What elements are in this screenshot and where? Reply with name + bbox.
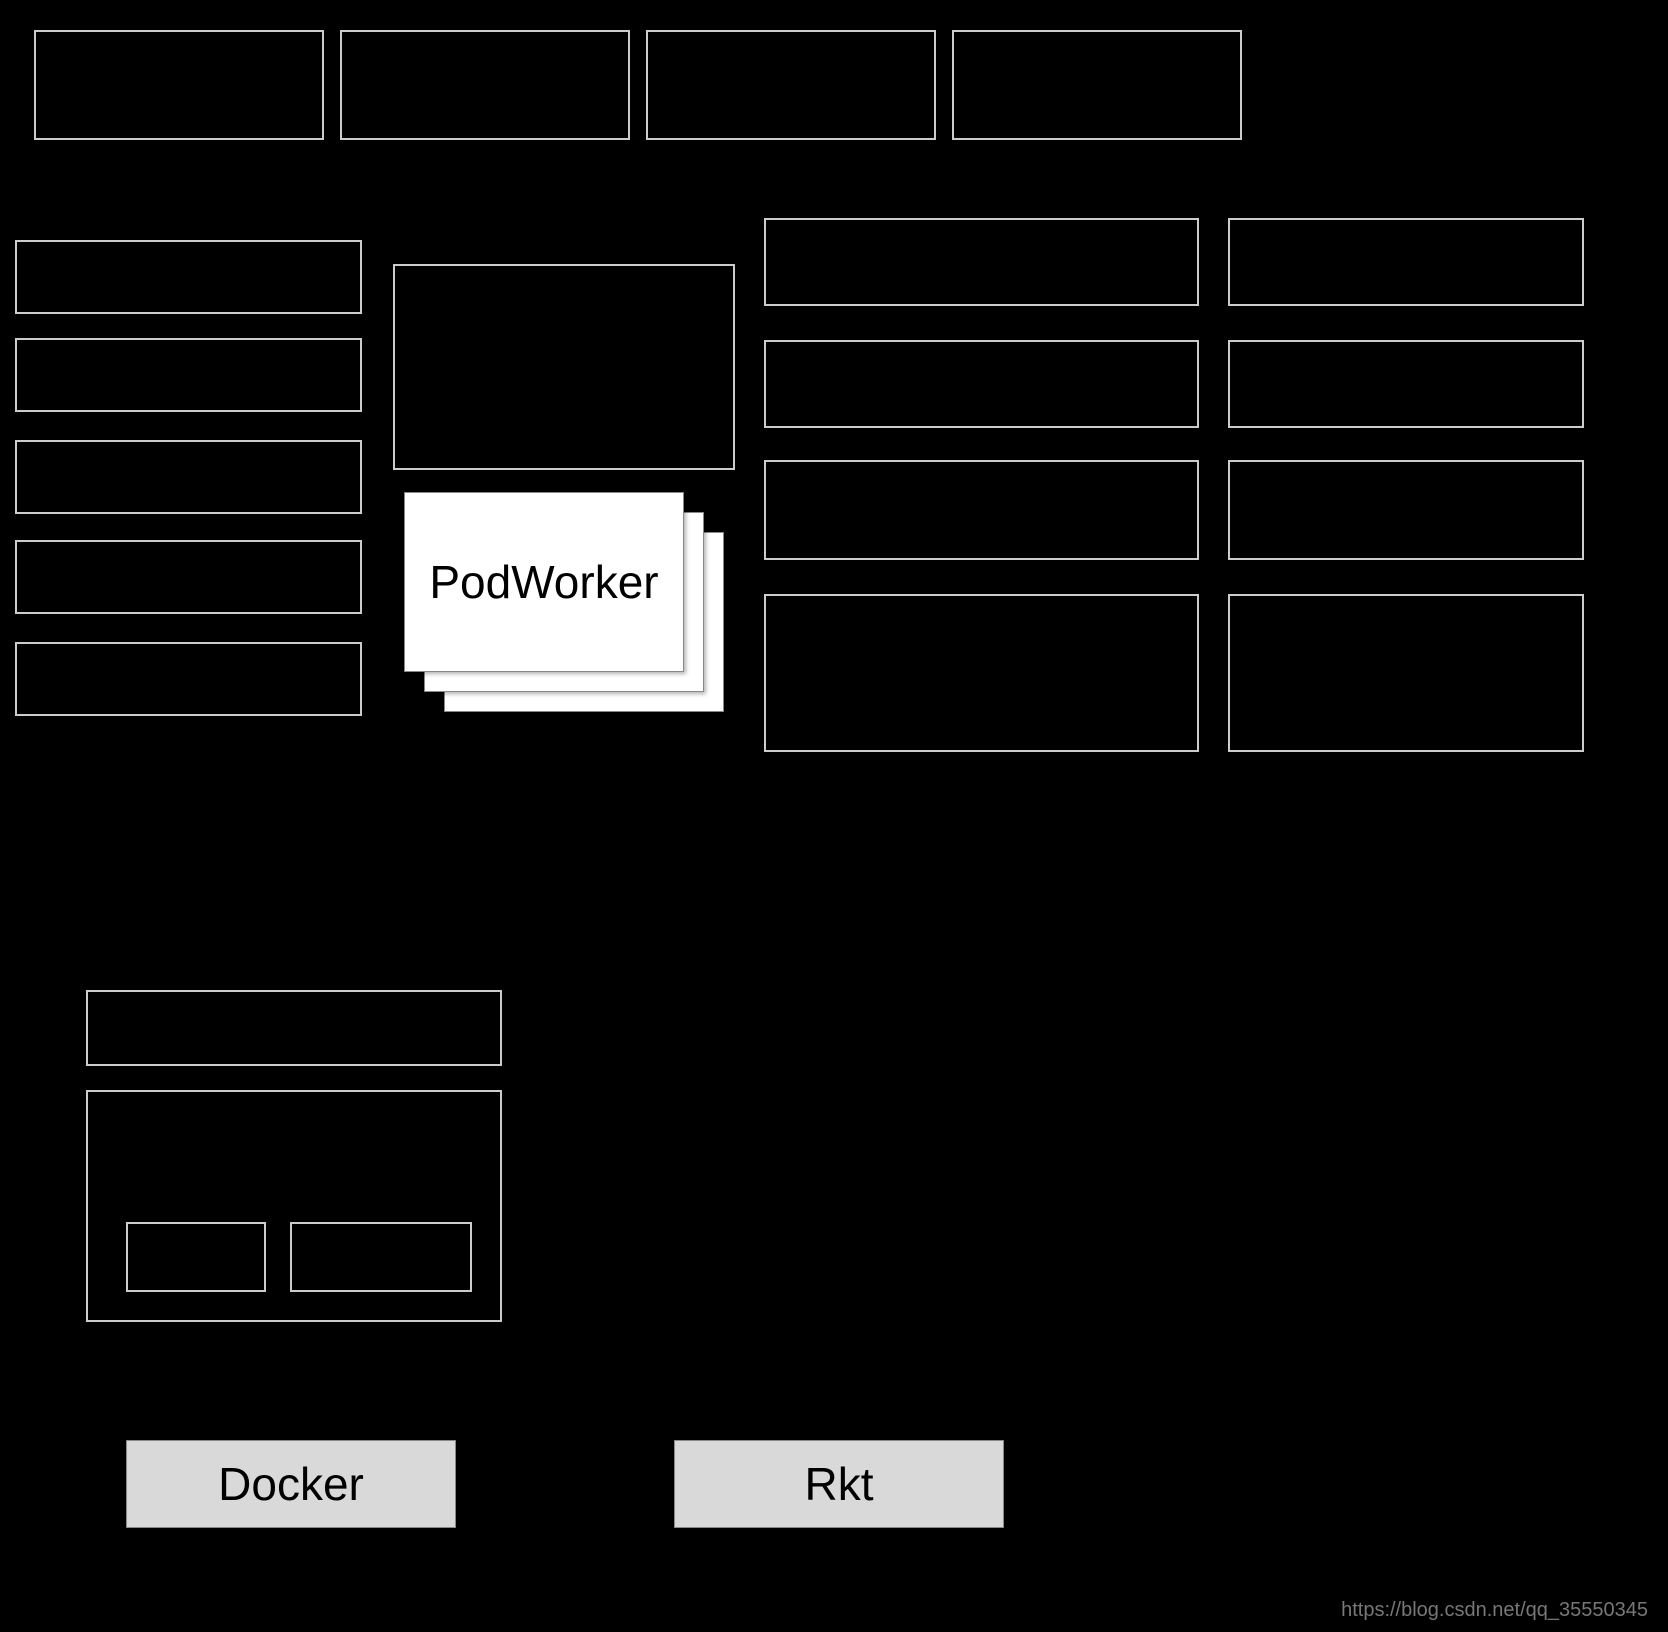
rkt-box: Rkt [674,1440,1004,1528]
docker-box: Docker [126,1440,456,1528]
top-box-2 [340,30,630,140]
center-box [393,264,735,470]
left-box-2 [15,338,362,412]
right-col1-box-3 [764,460,1199,560]
right-col2-box-2 [1228,340,1584,428]
right-col1-box-4 [764,594,1199,752]
rkt-label: Rkt [805,1457,874,1511]
top-box-3 [646,30,936,140]
top-box-1 [34,30,324,140]
right-col2-box-3 [1228,460,1584,560]
lower-top-box [86,990,502,1066]
left-box-3 [15,440,362,514]
left-box-4 [15,540,362,614]
right-col1-box-2 [764,340,1199,428]
podworker-label: PodWorker [429,555,658,609]
right-col1-box-1 [764,218,1199,306]
podworker-card-front: PodWorker [404,492,684,672]
lower-inner-box-2 [290,1222,472,1292]
watermark-text: https://blog.csdn.net/qq_35550345 [1341,1599,1648,1622]
right-col2-box-4 [1228,594,1584,752]
right-col2-box-1 [1228,218,1584,306]
docker-label: Docker [218,1457,364,1511]
left-box-5 [15,642,362,716]
top-box-4 [952,30,1242,140]
lower-container-box [86,1090,502,1322]
left-box-1 [15,240,362,314]
lower-inner-box-1 [126,1222,266,1292]
